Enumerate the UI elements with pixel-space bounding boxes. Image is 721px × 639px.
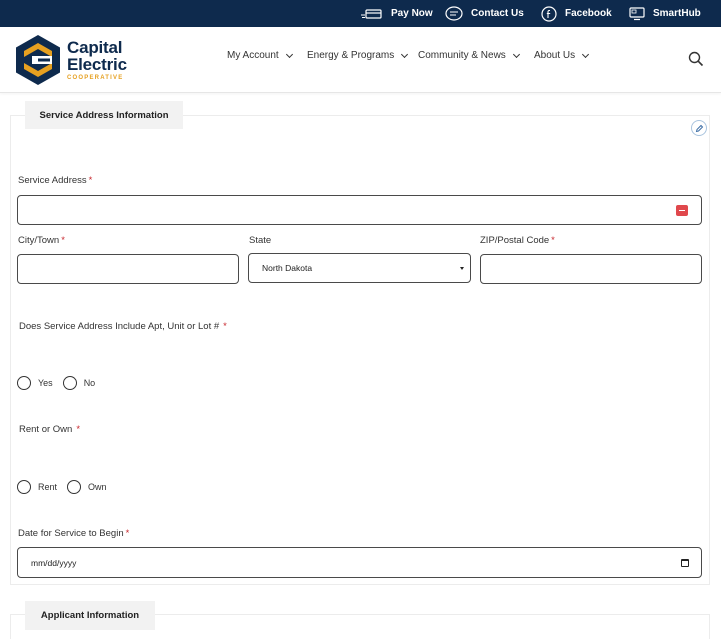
nav-energy-programs[interactable]: Energy & Programs [307,50,409,61]
chevron-down-icon [285,50,293,58]
nav-community-news[interactable]: Community & News [418,50,520,61]
service-date-input[interactable]: mm/dd/yyyy [17,547,702,578]
required-asterisk: * [125,528,130,539]
service-address-input[interactable] [17,195,702,225]
rent-radio[interactable] [17,480,31,494]
city-input[interactable] [17,254,239,284]
address-autofill-icon[interactable] [676,205,688,216]
required-asterisk: * [76,424,81,435]
nav-energy-programs-label: Energy & Programs [307,50,395,61]
facebook-label: Facebook [565,8,612,19]
pay-now-link[interactable]: Pay Now [361,0,433,27]
apt-no-radio[interactable] [62,376,77,390]
facebook-link[interactable]: Facebook [541,0,612,27]
required-asterisk: * [61,235,65,246]
logo-line-2: Electric [67,55,127,74]
chevron-down-icon [582,50,590,58]
service-date-placeholder: mm/dd/yyyy [31,558,77,568]
search-icon[interactable] [688,51,704,67]
zip-label: ZIP/Postal Code * [480,235,555,246]
edit-pencil-icon[interactable] [691,120,707,136]
service-form-panel [10,115,710,585]
caret-down-icon [460,267,464,270]
nav-community-news-label: Community & News [418,50,506,61]
city-label-text: City/Town [18,235,60,246]
section-title-service-address: Service Address Information [25,101,183,129]
zip-input[interactable] [480,254,702,284]
smarthub-label: SmartHub [653,8,701,19]
monitor-icon [629,6,645,21]
rent-own-text: Rent or Own [19,424,73,435]
contact-us-label: Contact Us [471,8,524,19]
service-address-label-text: Service Address [18,175,87,186]
own-label[interactable]: Own [88,482,107,492]
nav-my-account[interactable]: My Account [227,50,293,61]
service-date-label-text: Date for Service to Begin [18,528,124,539]
credit-card-icon [361,8,383,20]
own-radio[interactable] [67,480,82,494]
section-title-applicant: Applicant Information [25,601,155,630]
nav-about-us-label: About Us [534,50,576,61]
rent-own-radio-group: Rent Own [17,480,117,494]
apt-question-label: Does Service Address Include Apt, Unit o… [19,321,227,332]
top-utility-bar: Pay Now Contact Us Facebook SmartHub [0,0,721,27]
cooperative-logo-icon[interactable] [14,34,62,86]
required-asterisk: * [551,235,555,246]
chat-bubble-icon [445,5,463,22]
state-label: State [249,235,272,246]
required-asterisk: * [88,175,93,186]
rent-own-label: Rent or Own * [19,424,80,435]
state-select-value: North Dakota [262,263,313,273]
nav-my-account-label: My Account [227,50,279,61]
logo-subtitle: COOPERATIVE [67,75,124,81]
rent-label[interactable]: Rent [38,482,57,492]
service-date-label: Date for Service to Begin * [18,528,129,539]
facebook-icon [541,5,557,22]
pay-now-label: Pay Now [391,8,433,19]
city-label: City/Town * [18,235,65,246]
apt-yes-label[interactable]: Yes [38,378,53,388]
smarthub-link[interactable]: SmartHub [629,0,701,27]
logo-line-1: Capital [67,38,123,57]
site-header: Capital Electric COOPERATIVE My Account … [0,27,721,93]
calendar-icon[interactable] [681,559,689,567]
zip-label-text: ZIP/Postal Code [480,235,550,246]
apt-question-text: Does Service Address Include Apt, Unit o… [19,321,220,332]
nav-about-us[interactable]: About Us [534,50,590,61]
apt-no-label[interactable]: No [84,378,96,388]
service-address-label: Service Address * [18,175,92,186]
chevron-down-icon [512,50,520,58]
contact-us-link[interactable]: Contact Us [445,0,524,27]
state-select[interactable]: North Dakota [248,253,471,283]
apt-yes-radio[interactable] [17,376,31,390]
apt-radio-group: Yes No [17,376,105,390]
cooperative-logo-text[interactable]: Capital Electric COOPERATIVE [67,39,127,81]
chevron-down-icon [401,50,409,58]
required-asterisk: * [223,321,227,332]
